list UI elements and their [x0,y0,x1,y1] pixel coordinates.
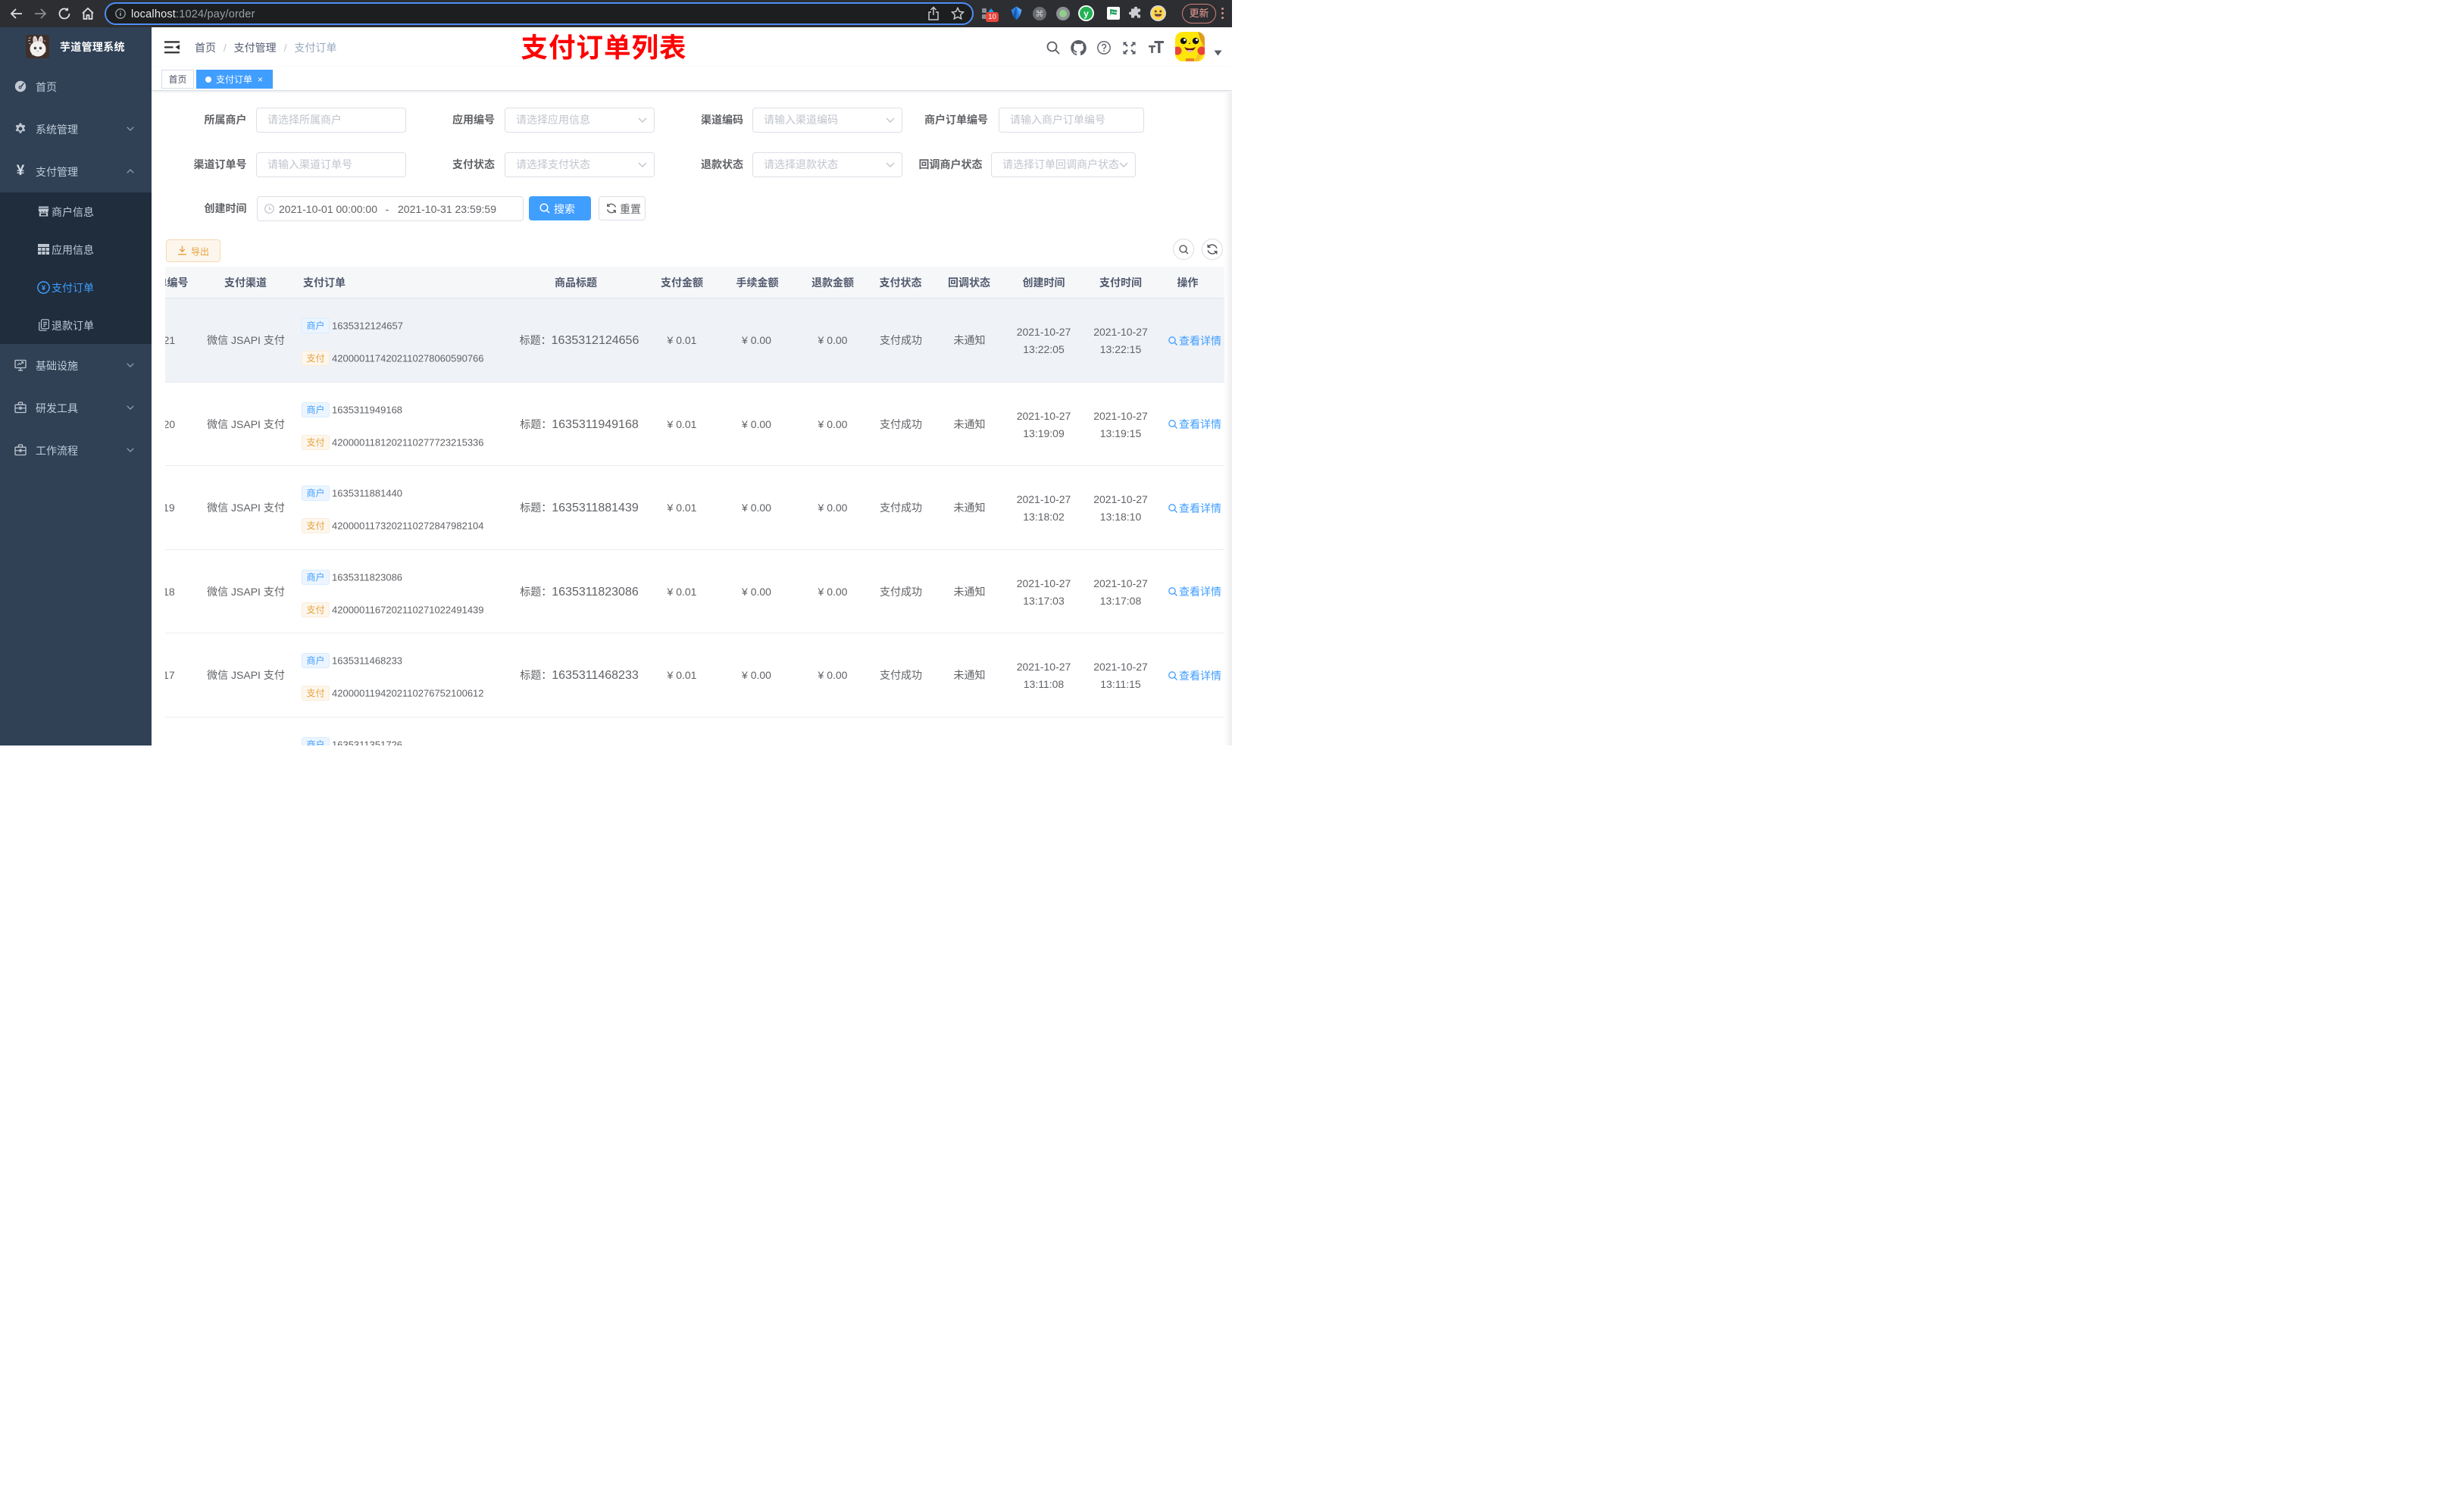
svg-text:y: y [1083,8,1089,19]
svg-text:¥: ¥ [42,284,46,292]
svg-text:⌘: ⌘ [1036,10,1044,19]
